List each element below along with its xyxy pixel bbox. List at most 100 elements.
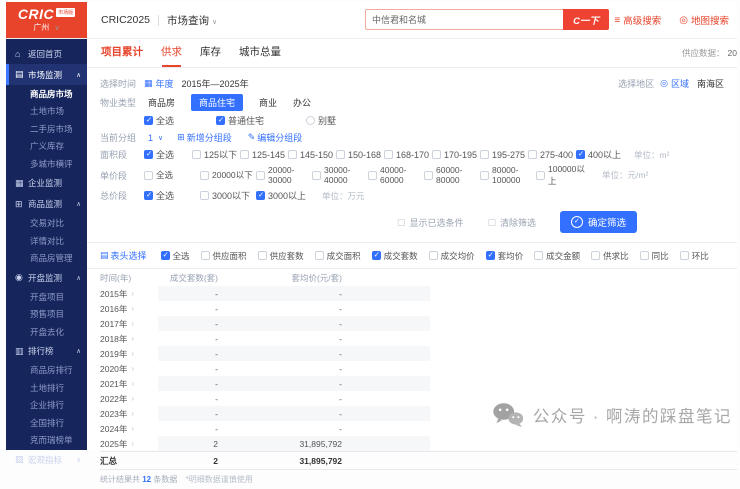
checkbox-option[interactable]: 全选 [144,148,192,161]
brand-logo[interactable]: CRIC 市场版 广州 ∨ [6,2,87,38]
checkbox-option[interactable]: 成交套数 [372,250,418,262]
sidebar-item[interactable]: ▦ 企业监测 [6,173,87,194]
checkbox-option[interactable]: 125以下 [192,148,240,161]
tab[interactable]: 项目累计 [101,38,143,67]
checkbox-option[interactable]: 供应面积 [201,250,247,262]
table-row[interactable]: 2019年› - - [100,346,737,361]
checkbox-option[interactable]: 同比 [640,250,669,262]
search-button[interactable]: C一下 [563,9,609,30]
checkbox-option[interactable]: 20000以下 [200,169,256,181]
sidebar-item[interactable]: 全国排行 [6,414,87,432]
period-type-select[interactable]: 年度 [156,77,174,90]
group-select[interactable]: 1∨ [148,133,163,143]
sidebar-item[interactable]: 土地排行 [6,379,87,397]
property-type-option[interactable]: 商业 [259,96,277,109]
search-input[interactable] [365,9,563,30]
sidebar-item[interactable]: ▧ 宏观指标 ∧ [6,449,87,470]
sidebar-item[interactable]: 广义库存 [6,138,87,156]
table-row[interactable]: 2015年› - - [100,286,737,301]
confirm-filter-button[interactable]: ✓确定筛选 [560,211,637,233]
checkbox-option[interactable]: 套均价 [486,250,524,262]
checkbox-option[interactable]: 150-168 [336,150,384,160]
map-search-link[interactable]: ◎地图搜索 [679,13,729,27]
sidebar-item[interactable]: 土地市场 [6,103,87,121]
tab[interactable]: 城市总量 [239,38,281,67]
checkbox-option[interactable]: 195-275 [480,150,528,160]
table-row[interactable]: 2017年› - - [100,316,737,331]
header-select-button[interactable]: ▤表头选择 [100,249,147,262]
checkbox-icon [200,191,209,200]
checkbox-option[interactable]: 成交均价 [429,250,475,262]
clear-filters-button[interactable]: ▢清除筛选 [487,216,536,229]
sidebar-item[interactable]: ◉ 开盘监测 ∧ [6,267,87,288]
checkbox-option[interactable]: 145-150 [288,150,336,160]
table-row[interactable]: 汇总 2 31,895,792 [100,451,737,470]
region-mode-link[interactable]: 区域 [671,77,689,90]
app-version: CRIC2025 [101,14,150,26]
sidebar-item[interactable]: 企业排行 [6,397,87,415]
avg-price-cell: - [218,319,342,329]
checkbox-option[interactable]: 别墅 [306,114,336,127]
show-selected-filters-button[interactable]: ▢显示已选条件 [397,216,464,229]
checkbox-option[interactable]: 80000-100000 [480,165,536,185]
table-row[interactable]: 2021年› - - [100,376,737,391]
sidebar-item[interactable]: ▤ 市场监测 ∧ [6,64,87,85]
sidebar-item[interactable]: 商品房管理 [6,250,87,268]
checkbox-option[interactable]: 400以上 [576,148,624,161]
checkbox-option[interactable]: 30000-40000 [312,165,368,185]
checkbox-option[interactable]: 275-400 [528,150,576,160]
sidebar-item[interactable]: 多城市横评 [6,155,87,173]
checkbox-option[interactable]: 40000-60000 [368,165,424,185]
sidebar-item[interactable]: ⊞ 商品监测 ∧ [6,194,87,215]
checkbox-option[interactable]: 全选 [161,250,190,262]
checkbox-option[interactable]: 60000-80000 [424,165,480,185]
sidebar-item[interactable]: 预售项目 [6,306,87,324]
checkbox-option[interactable]: 成交金额 [534,250,580,262]
advanced-search-link[interactable]: ≡高级搜索 [614,13,661,27]
module-switcher[interactable]: 市场查询∨ [167,13,217,28]
checkbox-label: 125以下 [204,148,237,161]
property-type-option[interactable]: 商品房 [148,96,175,109]
sidebar-item[interactable]: ▥ 排行榜 ∧ [6,341,87,362]
sidebar-item[interactable]: 开盘项目 [6,288,87,306]
property-type-option[interactable]: 商品住宅 [191,94,243,111]
checkbox-option[interactable]: 供应套数 [258,250,304,262]
year-cell: 2020年 [100,363,127,375]
checkbox-option[interactable]: 成交面积 [315,250,361,262]
sidebar-item[interactable]: 商品房排行 [6,362,87,380]
table-row[interactable]: 2018年› - - [100,331,737,346]
city-switcher[interactable]: 广州 ∨ [33,22,59,33]
tab[interactable]: 库存 [200,38,221,67]
chevron-right-icon: › [131,424,134,433]
sidebar-item[interactable]: 交易对比 [6,215,87,233]
checkbox-option[interactable]: 3000以上 [256,189,312,202]
tab[interactable]: 供求 [161,38,182,67]
checkbox-option[interactable]: 100000以上 [536,163,592,187]
edit-group-button[interactable]: ✎编辑分组段 [248,131,303,144]
table-row[interactable]: 2016年› - - [100,301,737,316]
checkbox-option[interactable]: 全选 [144,189,200,202]
sidebar-item[interactable]: 详情对比 [6,232,87,250]
table-row[interactable]: 2020年› - - [100,361,737,376]
property-type-option[interactable]: 办公 [293,96,311,109]
add-group-button[interactable]: ⊞新增分组段 [177,131,232,144]
table-row[interactable]: 2025年› 2 31,895,792 [100,436,737,451]
checkbox-option[interactable]: 20000-30000 [256,165,312,185]
checkbox-option[interactable]: 3000以下 [200,189,256,202]
unit-price-unit: 单位：元/m² [602,169,648,181]
sidebar-item[interactable]: 开盘去化 [6,323,87,341]
checkbox-option[interactable]: 环比 [680,250,709,262]
checkbox-option[interactable]: 供求比 [591,250,629,262]
sidebar-item[interactable]: 二手房市场 [6,120,87,138]
sidebar-item[interactable]: 商品房市场 [6,85,87,103]
checkbox-icon [680,251,689,260]
checkbox-label: 成交均价 [441,250,475,262]
sidebar-item[interactable]: 克而瑞榜单 [6,432,87,450]
checkbox-option[interactable]: 125-145 [240,150,288,160]
sidebar-item[interactable]: ⌂ 返回首页 [6,43,87,64]
checkbox-option[interactable]: 普通住宅 [216,114,264,127]
checkbox-option[interactable]: 170-195 [432,150,480,160]
checkbox-option[interactable]: 168-170 [384,150,432,160]
checkbox-option[interactable]: 全选 [144,114,174,127]
checkbox-option[interactable]: 全选 [144,169,200,181]
